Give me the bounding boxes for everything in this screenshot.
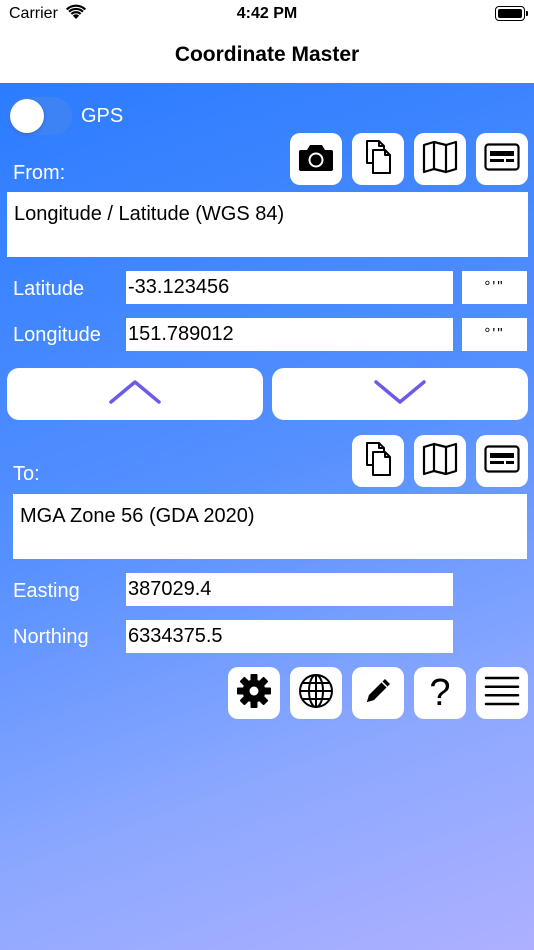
latitude-label: Latitude xyxy=(13,278,85,300)
gps-toggle[interactable] xyxy=(8,97,72,135)
battery-icon xyxy=(495,6,528,21)
card-to-button[interactable] xyxy=(476,435,528,487)
from-label: From: xyxy=(13,162,66,184)
settings-button[interactable] xyxy=(228,667,280,719)
latitude-dms-button[interactable]: °'" xyxy=(462,271,527,304)
chevron-down-icon xyxy=(373,379,427,410)
to-label: To: xyxy=(13,463,40,485)
help-button[interactable]: ? xyxy=(414,667,466,719)
card-icon xyxy=(484,142,520,176)
convert-up-button[interactable] xyxy=(7,368,263,420)
toggle-knob xyxy=(10,99,44,133)
status-bar: Carrier 4:42 PM xyxy=(0,0,534,30)
menu-button[interactable] xyxy=(476,667,528,719)
gps-label: GPS xyxy=(81,105,124,127)
to-system-field[interactable]: MGA Zone 56 (GDA 2020) xyxy=(13,494,527,559)
camera-icon xyxy=(298,142,334,177)
globe-icon xyxy=(298,673,334,714)
latitude-input[interactable]: -33.123456 xyxy=(126,271,453,304)
convert-down-button[interactable] xyxy=(272,368,528,420)
from-system-field[interactable]: Longitude / Latitude (WGS 84) xyxy=(7,192,528,257)
card-icon xyxy=(484,444,520,478)
chevron-up-icon xyxy=(108,379,162,410)
clock: 4:42 PM xyxy=(236,5,298,22)
map-from-button[interactable] xyxy=(414,133,466,185)
map-icon xyxy=(422,140,458,179)
longitude-input[interactable]: 151.789012 xyxy=(126,318,453,351)
copy-from-button[interactable] xyxy=(352,133,404,185)
card-from-button[interactable] xyxy=(476,133,528,185)
camera-button[interactable] xyxy=(290,133,342,185)
map-to-button[interactable] xyxy=(414,435,466,487)
northing-input[interactable]: 6334375.5 xyxy=(126,620,453,653)
northing-label: Northing xyxy=(13,626,89,648)
copy-icon xyxy=(363,441,393,482)
menu-icon xyxy=(484,675,520,712)
longitude-dms-button[interactable]: °'" xyxy=(462,318,527,351)
page-title: Coordinate Master xyxy=(174,43,360,66)
map-icon xyxy=(422,442,458,481)
copy-to-button[interactable] xyxy=(352,435,404,487)
easting-label: Easting xyxy=(13,580,80,602)
globe-button[interactable] xyxy=(290,667,342,719)
main-panel: GPS From: Longitude / Latitude (WGS 84) … xyxy=(0,83,534,950)
pencil-icon xyxy=(362,675,394,712)
navigation-bar: Coordinate Master xyxy=(0,30,534,83)
copy-icon xyxy=(363,139,393,180)
help-icon: ? xyxy=(429,672,451,714)
longitude-label: Longitude xyxy=(13,324,101,346)
edit-button[interactable] xyxy=(352,667,404,719)
gear-icon xyxy=(236,673,272,714)
easting-input[interactable]: 387029.4 xyxy=(126,573,453,606)
